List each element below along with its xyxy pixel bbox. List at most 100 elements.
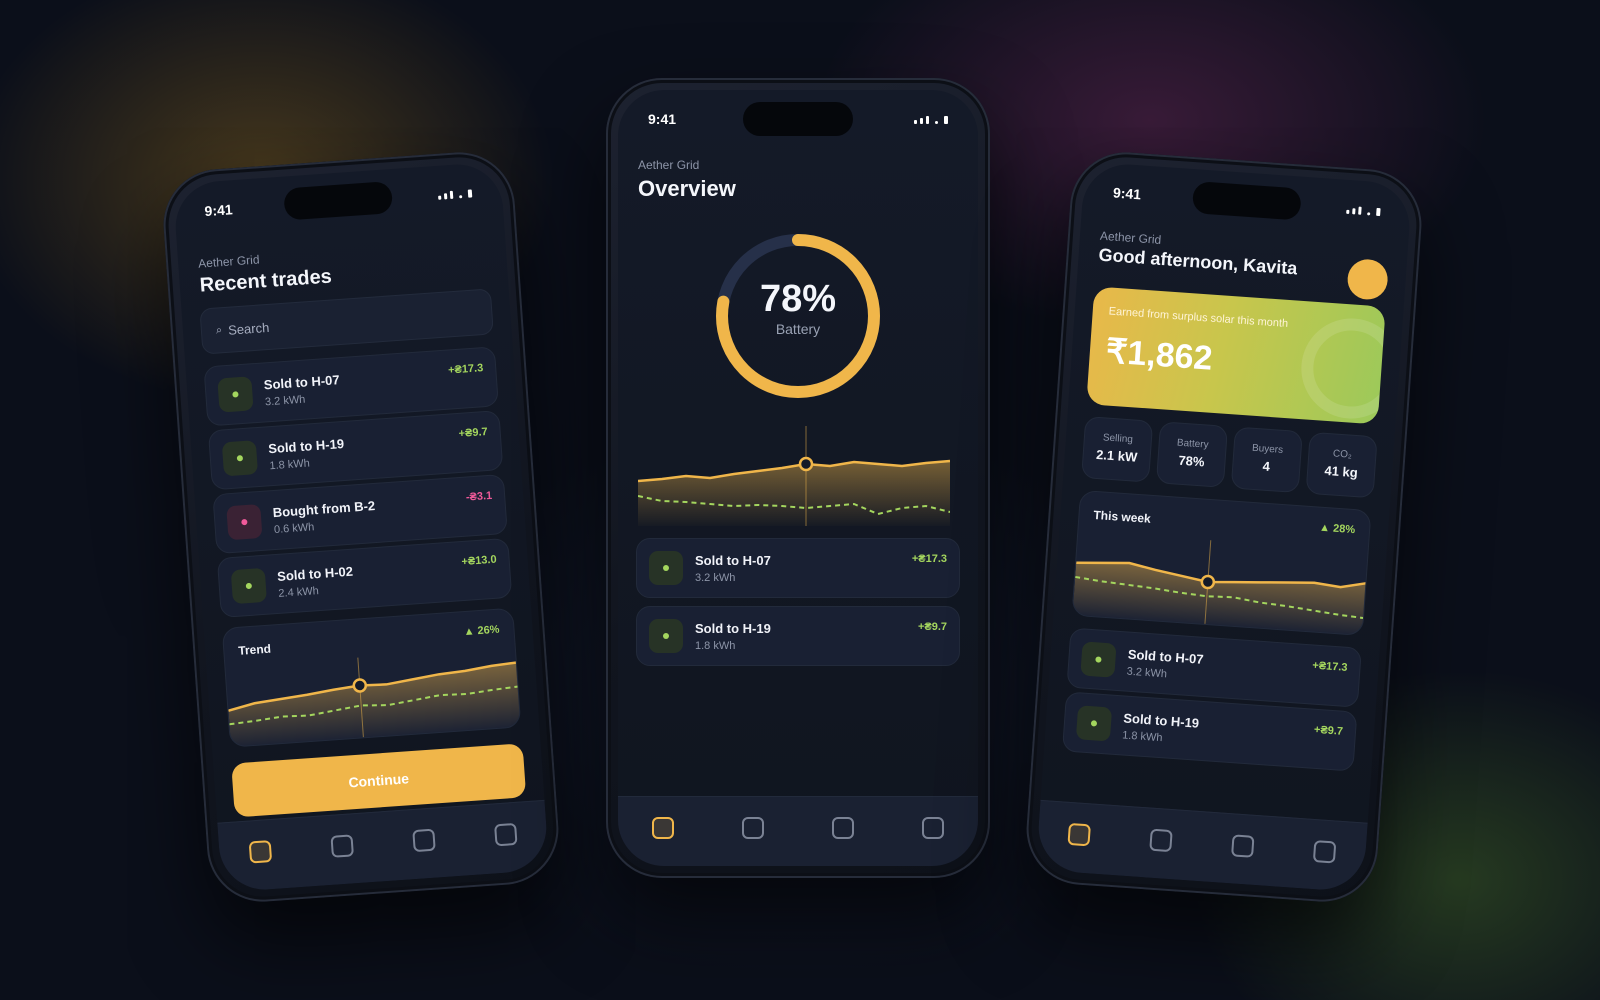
stat-label: Selling [1102,432,1134,446]
profile-tab-icon[interactable] [1312,839,1337,864]
trade-text: Sold to H-07 3.2 kWh [695,553,912,584]
sell-icon [217,376,254,413]
status-dot [245,582,253,590]
status-bar: 9:41 [173,161,504,242]
trade-amount: +₴17.3 [1311,659,1348,674]
stat-selling: Selling 2.1 kW [1081,416,1154,483]
profile-tab-icon[interactable] [494,822,518,846]
signal-bar [443,193,448,200]
signal-bar [1352,208,1356,215]
home-tab-icon[interactable] [1067,822,1091,846]
avatar[interactable] [1346,258,1389,301]
stat-label: Battery [1176,437,1209,451]
trades-tab-icon[interactable] [1149,828,1173,852]
wifi-icon [935,121,938,124]
stat-label: CO₂ [1332,448,1353,461]
trade-label: Sold to H-07 [695,552,771,568]
wifi-icon [1367,212,1371,216]
battery-percent: 78% [759,278,837,320]
profile-tab-icon[interactable] [922,816,944,839]
chart-marker [352,678,368,693]
signal-bar [926,116,929,124]
trade-qty: 1.8 kWh [695,639,736,652]
status-time: 9:41 [648,111,677,127]
status-time: 9:41 [1112,184,1142,203]
trend-chart-card: Trend ▲ 26% [221,607,522,748]
phone-left: 9:41 Aether Grid Recent trades ⌕ Search … [159,148,563,906]
trade-text: Bought from B-2 0.6 kWh [272,491,467,535]
greeting: Good afternoon, Kavita [1097,244,1298,279]
week-chart-card: This week ▲ 28% [1071,489,1372,636]
home-tab-icon[interactable] [248,839,273,864]
chart-marker [1200,574,1216,590]
chart-area [638,461,950,526]
status-dot [1090,720,1098,727]
trade-row[interactable]: Sold to H-07 3.2 kWh +₴17.3 [636,538,960,598]
stat-label: Buyers [1251,442,1284,456]
status-dot [241,518,248,526]
status-bar: 9:41 [618,90,978,148]
signal-bar [920,118,923,124]
trade-text: Sold to H-02 2.4 kWh [277,556,464,599]
week-chart [1072,540,1368,636]
stats-tab-icon[interactable] [1231,833,1255,858]
status-time: 9:41 [204,201,234,220]
phone-right-screen: 9:41 Aether Grid Good afternoon, Kavita … [1035,161,1413,893]
stat-value: 78% [1178,452,1206,470]
signal-icon [438,195,442,200]
trade-text: Sold to H-07 3.2 kWh [1126,646,1313,690]
tab-bar [1035,799,1368,893]
status-icons [1346,204,1381,217]
sell-icon [1075,705,1113,742]
chart-title: Trend [237,641,272,658]
battery-icon [944,116,948,124]
stat-buyers: Buyers 4 [1230,426,1303,494]
chart-change: ▲ 28% [1318,521,1356,537]
trade-row[interactable]: Sold to H-19 1.8 kWh +₴9.7 [636,606,960,666]
signal-bar [449,190,454,199]
home-tab-icon[interactable] [652,816,674,839]
stat-battery: Battery 78% [1155,421,1229,488]
trades-tab-icon[interactable] [330,833,354,858]
battery-icon [1376,207,1381,217]
buy-icon [226,503,263,541]
status-dot [663,565,669,571]
signal-icon [1346,209,1350,214]
trade-text: Sold to H-19 1.8 kWh [268,427,461,472]
trend-chart [228,657,522,747]
earnings-value: ₹1,862 [1104,332,1214,378]
status-dot [663,633,669,639]
stat-co2: CO₂ 41 kg [1305,431,1378,499]
stats-tab-icon[interactable] [832,816,854,839]
battery-icon [467,189,473,198]
wifi-icon [459,195,463,199]
stats-tab-icon[interactable] [412,828,436,852]
trade-qty: 3.2 kWh [695,571,736,584]
search-input[interactable]: ⌕ Search [199,288,494,355]
battery-gauge: 78% Battery [708,226,888,406]
gauge-label: 78% Battery [708,278,888,337]
status-icons [914,114,948,124]
phone-right: 9:41 Aether Grid Good afternoon, Kavita … [1022,148,1426,906]
energy-chart [638,426,950,526]
page-title: Recent trades [199,265,333,297]
phone-center: 9:41 Aether Grid Overview 78% Battery So… [606,78,990,878]
sell-icon [649,619,683,653]
stat-value: 2.1 kW [1095,446,1138,465]
trade-text: Sold to H-07 3.2 kWh [263,364,450,408]
search-icon: ⌕ [215,323,223,337]
trade-text: Sold to H-19 1.8 kWh [695,621,918,652]
sell-icon [649,551,683,585]
search-placeholder: Search [227,319,270,338]
trade-text: Sold to H-19 1.8 kWh [1122,710,1315,754]
trade-amount: -₴3.1 [465,489,493,504]
signal-bar [1358,206,1362,215]
trade-amount: +₴9.7 [917,621,947,633]
trade-amount: +₴9.7 [458,425,489,440]
chart-title: This week [1093,507,1152,526]
sell-icon [221,440,259,477]
tab-bar [618,796,978,866]
trades-tab-icon[interactable] [742,816,764,839]
brand-label: Aether Grid [1099,228,1162,247]
sell-icon [1080,641,1117,678]
